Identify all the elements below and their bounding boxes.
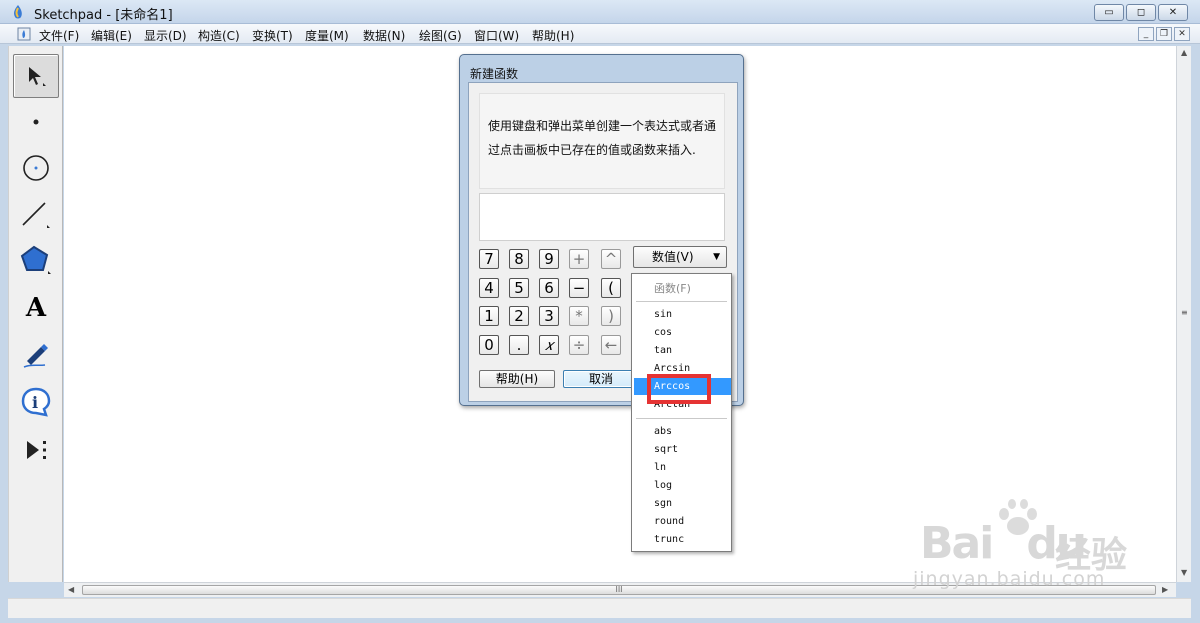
cancel-button[interactable]: 取消 — [563, 370, 639, 388]
menu-item-log[interactable]: log — [634, 477, 731, 494]
doc-close-button[interactable]: ✕ — [1174, 27, 1190, 41]
scroll-grip-label: III — [615, 585, 623, 594]
key-divide[interactable]: ÷ — [569, 335, 589, 355]
key-2[interactable]: 2 — [509, 306, 529, 326]
document-icon[interactable] — [17, 27, 31, 41]
compass-tool[interactable] — [13, 146, 59, 190]
key-backspace[interactable]: ← — [601, 335, 621, 355]
information-icon: i — [21, 387, 51, 417]
function-dropdown-menu: 函数(F) sin cos tan Arcsin Arccos Arctan a… — [631, 273, 732, 552]
toolbox: A i — [8, 46, 63, 582]
key-open-paren[interactable]: ( — [601, 278, 621, 298]
text-icon: A — [25, 293, 47, 323]
doc-minimize-button[interactable]: _ — [1138, 27, 1154, 41]
menu-item-abs[interactable]: abs — [634, 423, 731, 440]
dropdown-separator — [636, 418, 727, 419]
title-bar: Sketchpad - [未命名1] ▭ ◻ ✕ — [0, 0, 1200, 24]
menu-item-sin[interactable]: sin — [634, 306, 731, 323]
menu-item-sqrt[interactable]: sqrt — [634, 441, 731, 458]
marker-tool[interactable] — [13, 332, 59, 376]
menu-display[interactable]: 显示(D) — [144, 27, 187, 44]
scroll-up-icon[interactable]: ▲ — [1181, 48, 1187, 57]
straightedge-tool[interactable] — [13, 192, 59, 236]
watermark-url: jingyan.baidu.com — [913, 568, 1106, 590]
key-x[interactable]: 𝑥 — [539, 335, 559, 355]
minimize-button[interactable]: ▭ — [1094, 4, 1124, 21]
custom-tool[interactable] — [13, 428, 59, 472]
menu-number[interactable]: 数据(N) — [363, 27, 405, 44]
window-title: Sketchpad - [未命名1] — [34, 8, 173, 23]
close-icon: ✕ — [1168, 7, 1178, 18]
menu-item-trunc[interactable]: trunc — [634, 531, 731, 548]
menu-item-tan[interactable]: tan — [634, 342, 731, 359]
value-button-label: 数值(V) — [652, 250, 694, 264]
marker-icon — [23, 344, 48, 368]
help-button[interactable]: 帮助(H) — [479, 370, 555, 388]
point-icon — [33, 119, 39, 125]
menu-window[interactable]: 窗口(W) — [474, 27, 519, 44]
point-tool[interactable] — [13, 100, 59, 144]
line-segment-icon — [22, 202, 50, 228]
scroll-grip-icon: ≡ — [1181, 308, 1188, 317]
menu-edit[interactable]: 编辑(E) — [91, 27, 132, 44]
status-bar — [8, 598, 1191, 618]
key-multiply[interactable]: * — [569, 306, 589, 326]
menu-transform[interactable]: 变换(T) — [252, 27, 293, 44]
menu-item-sgn[interactable]: sgn — [634, 495, 731, 512]
text-tool[interactable]: A — [13, 286, 59, 330]
key-8[interactable]: 8 — [509, 249, 529, 269]
arrow-select-tool[interactable] — [13, 54, 59, 98]
key-3[interactable]: 3 — [539, 306, 559, 326]
dropdown-separator — [636, 301, 727, 302]
key-plus[interactable]: + — [569, 249, 589, 269]
arrow-icon — [29, 67, 46, 86]
svg-text:i: i — [32, 393, 38, 412]
scroll-down-icon[interactable]: ▼ — [1181, 568, 1187, 577]
value-dropdown-button[interactable]: 数值(V) ▼ — [633, 246, 727, 268]
key-minus[interactable]: − — [569, 278, 589, 298]
circle-icon — [23, 155, 49, 181]
app-window: Sketchpad - [未命名1] ▭ ◻ ✕ 文件(F) 编辑(E) 显示(… — [0, 0, 1200, 623]
key-0[interactable]: 0 — [479, 335, 499, 355]
key-4[interactable]: 4 — [479, 278, 499, 298]
vertical-scrollbar[interactable]: ▲ ≡ ▼ — [1176, 46, 1191, 582]
menu-help[interactable]: 帮助(H) — [532, 27, 574, 44]
baidu-watermark: Bai du 经验 jingyan.baidu.com — [905, 498, 1165, 598]
menu-item-round[interactable]: round — [634, 513, 731, 530]
polygon-tool[interactable] — [13, 238, 59, 282]
dropdown-header: 函数(F) — [654, 282, 691, 295]
menu-bar: 文件(F) 编辑(E) 显示(D) 构造(C) 变换(T) 度量(M) 数据(N… — [0, 24, 1200, 44]
dropdown-arrow-icon: ▼ — [713, 252, 720, 262]
polygon-icon — [20, 245, 51, 274]
expression-field[interactable] — [479, 193, 725, 241]
dialog-title: 新建函数 — [470, 67, 519, 81]
menu-construct[interactable]: 构造(C) — [198, 27, 240, 44]
maximize-button[interactable]: ◻ — [1126, 4, 1156, 21]
minimize-icon: ▭ — [1104, 7, 1114, 18]
menu-graph[interactable]: 绘图(G) — [419, 27, 462, 44]
menu-file[interactable]: 文件(F) — [39, 27, 79, 44]
scroll-left-icon[interactable]: ◀ — [68, 585, 74, 594]
dialog-help-text: 使用键盘和弹出菜单创建一个表达式或者通过点击画板中已存在的值或函数来插入. — [479, 93, 725, 189]
key-5[interactable]: 5 — [509, 278, 529, 298]
custom-tools-icon — [27, 441, 46, 459]
key-9[interactable]: 9 — [539, 249, 559, 269]
maximize-icon: ◻ — [1136, 7, 1146, 18]
key-close-paren[interactable]: ) — [601, 306, 621, 326]
highlight-annotation-box — [647, 374, 711, 404]
menu-measure[interactable]: 度量(M) — [305, 27, 349, 44]
key-1[interactable]: 1 — [479, 306, 499, 326]
menu-item-cos[interactable]: cos — [634, 324, 731, 341]
sketchpad-logo-icon — [14, 5, 22, 19]
key-decimal[interactable]: . — [509, 335, 529, 355]
menu-item-ln[interactable]: ln — [634, 459, 731, 476]
close-button[interactable]: ✕ — [1158, 4, 1188, 21]
key-6[interactable]: 6 — [539, 278, 559, 298]
key-7[interactable]: 7 — [479, 249, 499, 269]
doc-restore-button[interactable]: ❐ — [1156, 27, 1172, 41]
information-tool[interactable]: i — [13, 380, 59, 424]
key-power[interactable]: ^ — [601, 249, 621, 269]
